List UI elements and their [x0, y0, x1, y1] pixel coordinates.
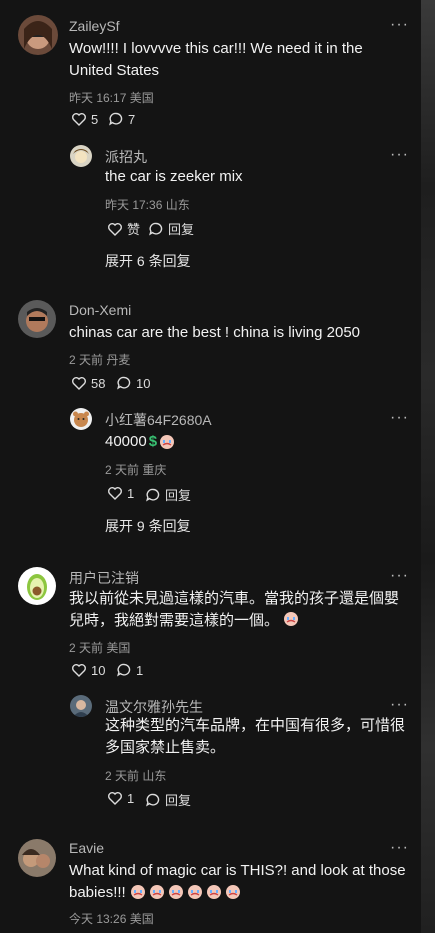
more-options-icon[interactable]: ··· [390, 409, 409, 427]
avatar[interactable] [70, 695, 92, 717]
reply-meta: 2 天前 山东 [105, 769, 167, 783]
like-count: 1 [127, 485, 135, 501]
reply-text-value: 40000 [105, 433, 147, 450]
like-button[interactable]: 5 [71, 111, 98, 127]
comment-text: 我以前從未見過這樣的汽車。當我的孩子還是個嬰兒時，我絕對需要這樣的一個。 [69, 588, 399, 632]
crying-face-icon [284, 612, 299, 626]
crying-face-icon [225, 885, 240, 899]
comment-bubble-icon [149, 222, 163, 236]
avatar[interactable] [70, 145, 92, 167]
expand-replies-button[interactable]: 展开 6 条回复 [105, 251, 191, 271]
reply-count: 10 [136, 375, 151, 391]
expand-replies-button[interactable]: 展开 9 条回复 [105, 516, 191, 536]
like-count: 10 [91, 662, 106, 678]
comment-bubble-icon [109, 112, 123, 126]
more-options-icon[interactable]: ··· [390, 567, 409, 585]
like-count: 5 [91, 111, 99, 127]
comment-author[interactable]: Don-Xemi [69, 302, 131, 318]
more-options-icon[interactable]: ··· [390, 146, 409, 164]
like-count: 58 [91, 375, 106, 391]
like-label: 赞 [127, 222, 141, 237]
reply-meta: 昨天 17:36 山东 [105, 198, 190, 212]
heart-icon [108, 222, 122, 236]
reply-label: 回复 [165, 793, 192, 808]
reply-count: 7 [128, 111, 136, 127]
comment-text-value: 我以前從未見過這樣的汽車。當我的孩子還是個嬰兒時，我絕對需要這樣的一個。 [69, 590, 400, 629]
reply-text: 这种类型的汽车品牌，在中国有很多，可惜很多国家禁止售卖。 [105, 717, 406, 756]
comment-meta: 今天 13:26 美国 [69, 912, 154, 926]
comment-author[interactable]: ZaileySf [69, 18, 120, 34]
avatar[interactable] [18, 839, 56, 877]
avatar[interactable] [18, 567, 56, 605]
reply-count: 1 [136, 662, 144, 678]
like-count: 1 [127, 790, 135, 806]
reply-meta: 2 天前 重庆 [105, 463, 167, 477]
reply-author[interactable]: 温文尔雅孙先生 [105, 697, 203, 717]
comment-text: Wow!!!! I lovvvve this car!!! We need it… [69, 40, 363, 79]
more-options-icon[interactable]: ··· [390, 696, 409, 714]
avatar[interactable] [18, 15, 58, 55]
comment-bubble-icon [117, 376, 131, 390]
dollar-sign-icon: $ [148, 433, 158, 450]
comment-text: What kind of magic car is THIS?! and loo… [69, 860, 414, 904]
avatar[interactable] [18, 300, 56, 338]
comment-bubble-icon [117, 663, 131, 677]
reply-author[interactable]: 小红薯64F2680A [105, 410, 212, 430]
like-button[interactable]: 1 [107, 790, 134, 806]
more-options-icon[interactable]: ··· [390, 839, 409, 857]
crying-face-icon [168, 885, 183, 899]
crying-face-icon [160, 435, 175, 449]
comment-author[interactable]: Eavie [69, 840, 104, 856]
more-options-icon[interactable]: ··· [390, 16, 409, 34]
comment-meta: 昨天 16:17 美国 [69, 91, 154, 105]
heart-icon [72, 377, 86, 390]
background-edge [421, 0, 435, 933]
reply-text: 40000 $ [105, 431, 175, 453]
like-button[interactable]: 58 [71, 375, 105, 391]
crying-face-icons [130, 884, 241, 900]
reply-author[interactable]: 派招丸 [105, 147, 147, 167]
comment-meta: 2 天前 丹麦 [69, 353, 131, 367]
crying-face-icon [149, 885, 164, 899]
comment-meta: 2 天前 美国 [69, 641, 131, 655]
heart-icon [108, 487, 122, 500]
like-button[interactable]: 1 [107, 485, 134, 501]
like-button[interactable]: 10 [71, 662, 105, 678]
crying-face-icon [187, 885, 202, 899]
reply-button[interactable]: 回复 [145, 790, 191, 809]
reply-text: the car is zeeker mix [105, 168, 243, 185]
reply-button[interactable]: 回复 [148, 219, 194, 238]
comment-bubble-icon [146, 488, 160, 502]
reply-label: 回复 [168, 222, 195, 237]
reply-button[interactable]: 回复 [145, 485, 191, 504]
heart-icon [72, 113, 86, 126]
avatar[interactable] [70, 408, 92, 430]
comment-text: chinas car are the best ! china is livin… [69, 324, 360, 341]
comment-author[interactable]: 用户已注销 [69, 568, 139, 588]
reply-label: 回复 [165, 488, 192, 503]
like-button[interactable]: 赞 [107, 219, 140, 238]
reply-button[interactable]: 7 [108, 111, 135, 127]
heart-icon [108, 792, 122, 805]
reply-button[interactable]: 10 [116, 375, 150, 391]
heart-icon [72, 664, 86, 677]
comment-bubble-icon [146, 793, 160, 807]
crying-face-icon [130, 885, 145, 899]
crying-face-icon [206, 885, 221, 899]
reply-button[interactable]: 1 [116, 662, 143, 678]
